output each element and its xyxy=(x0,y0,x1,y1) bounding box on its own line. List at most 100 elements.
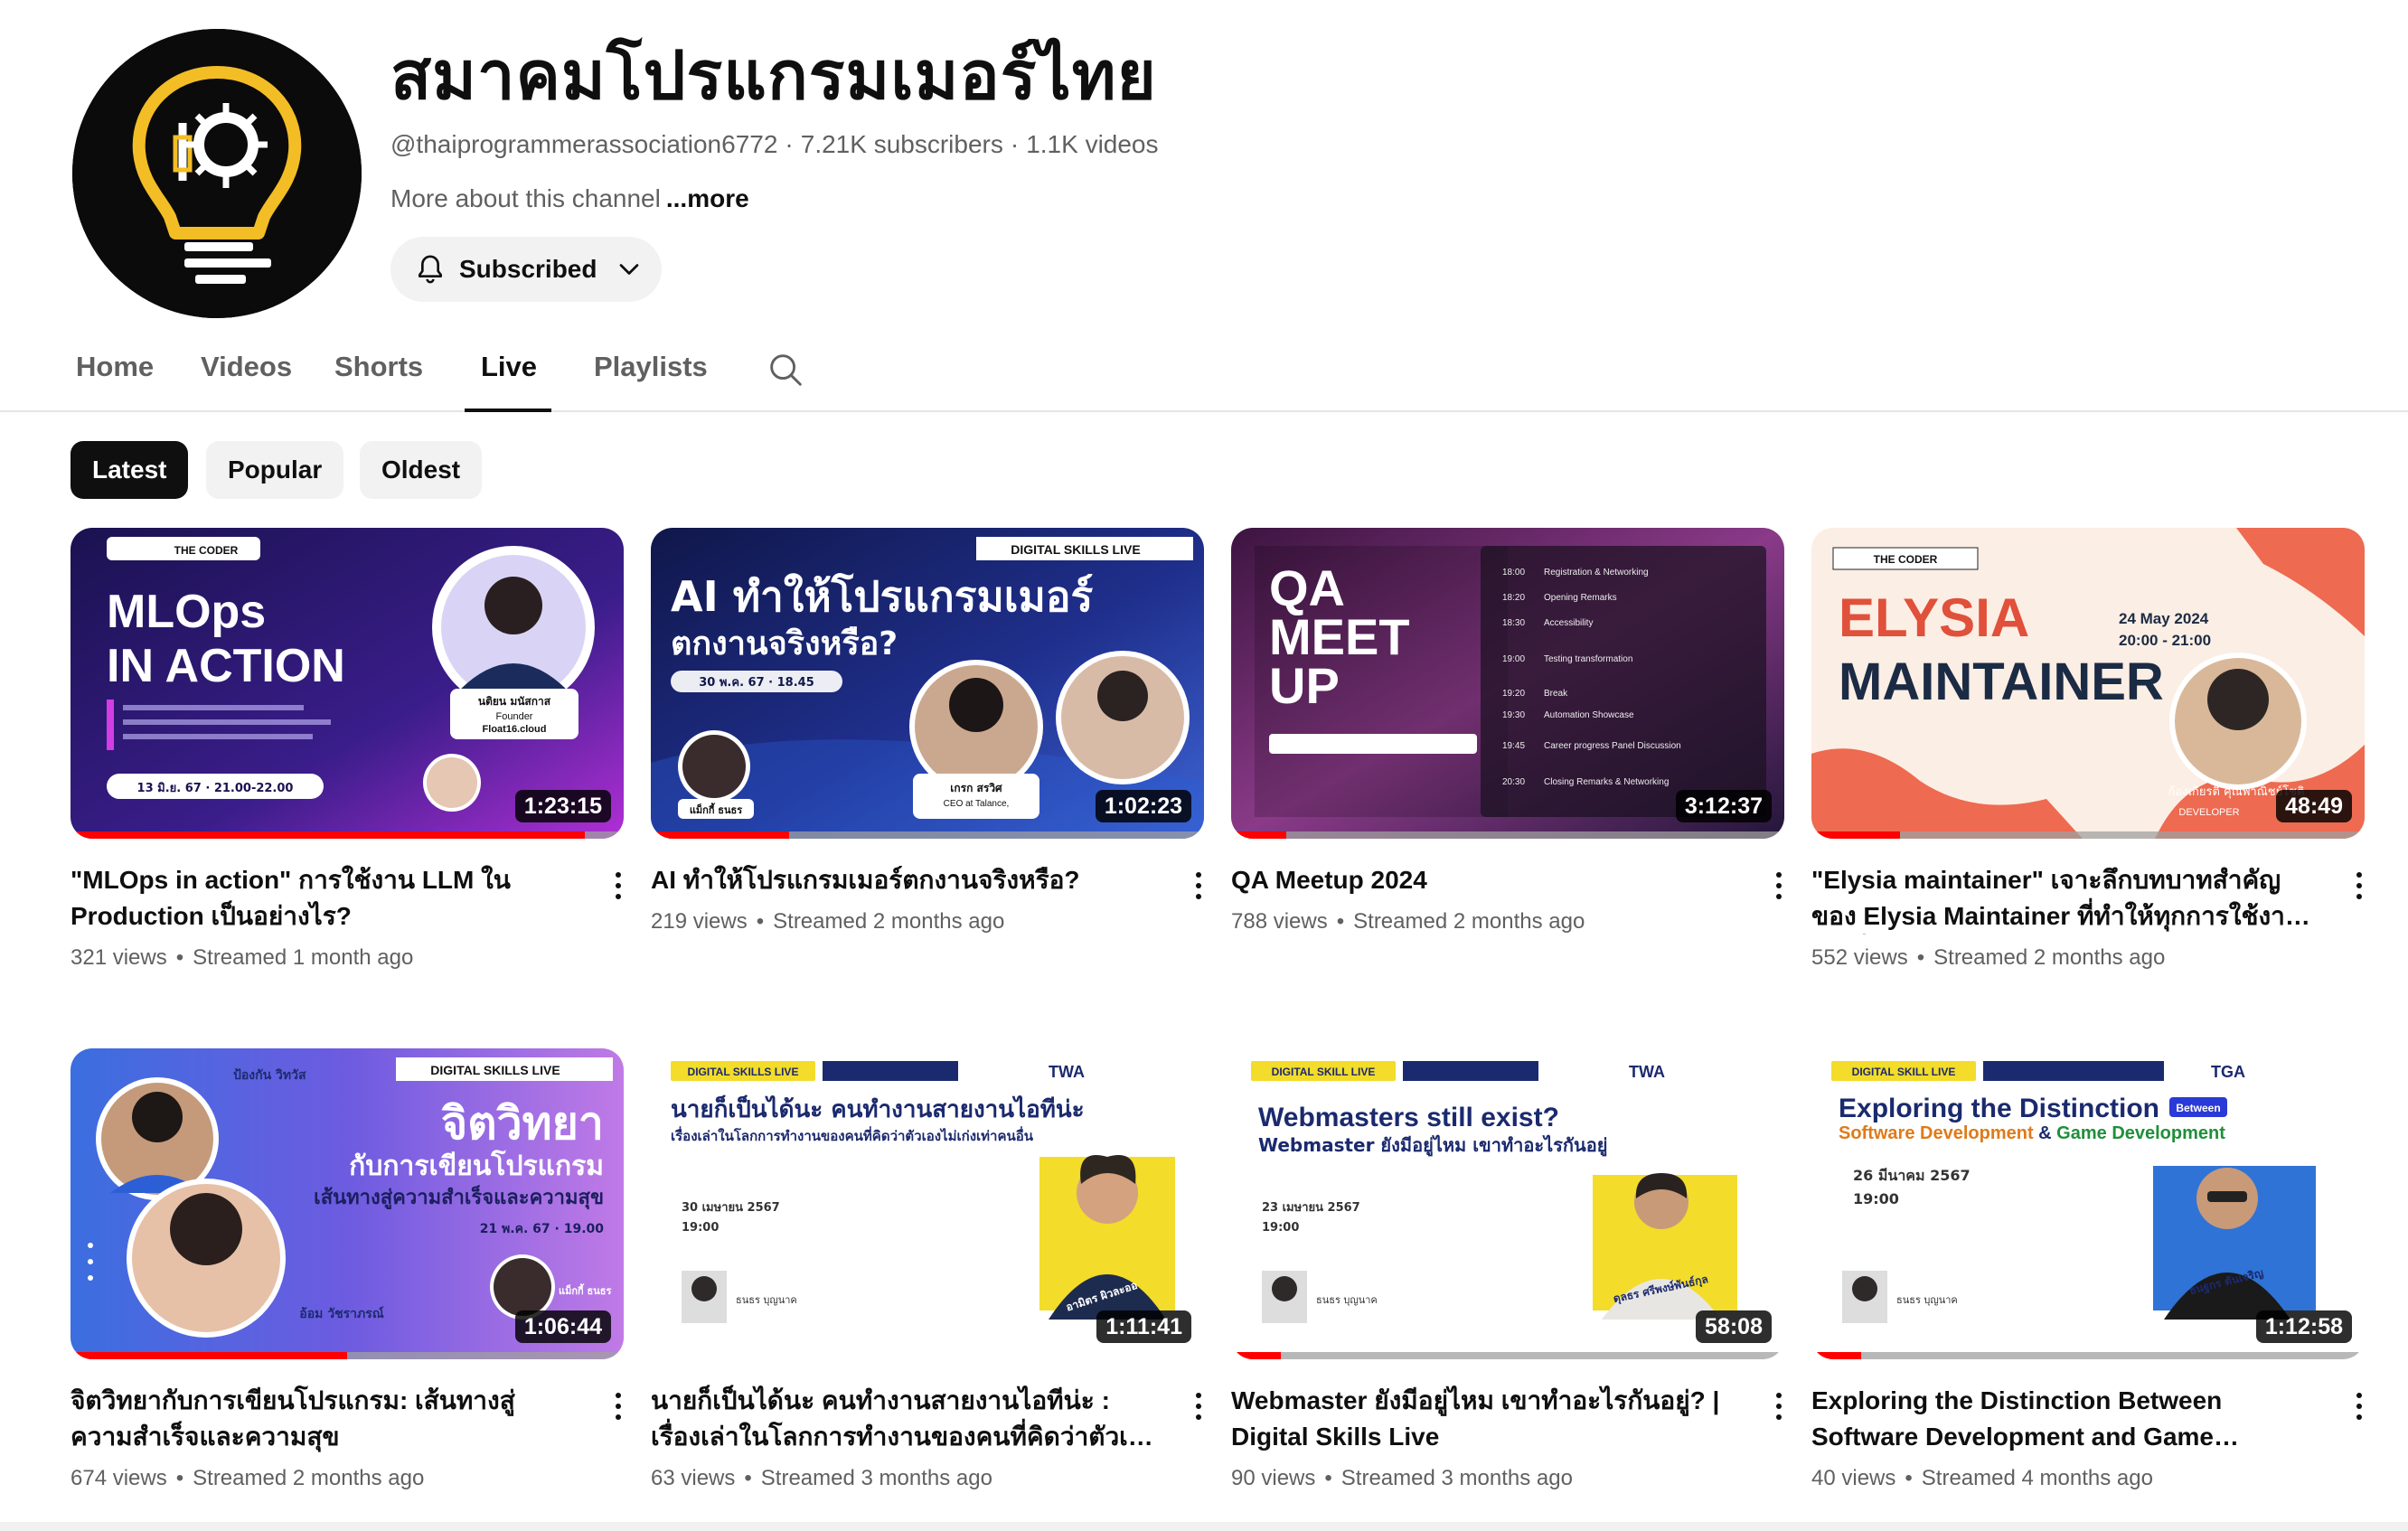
stream-date: Streamed 3 months ago xyxy=(1340,1466,1573,1490)
thumb-badge: THE CODER xyxy=(174,544,239,557)
thumb-time: 19:00 xyxy=(682,1221,719,1235)
video-thumbnail[interactable]: DIGITAL SKILL LIVE TGA Exploring the Dis… xyxy=(1811,1048,2365,1359)
channel-avatar[interactable] xyxy=(72,29,362,318)
video-title[interactable]: Webmaster ยังมีอยู่ไหม เขาทำอะไรกันอยู่?… xyxy=(1231,1383,1737,1455)
thumb-date: 21 พ.ค. 67 · 19.00 xyxy=(480,1222,605,1236)
tab-live[interactable]: Live xyxy=(481,347,537,387)
channel-name: สมาคมโปรแกรมเมอร์ไทย xyxy=(390,38,1157,113)
watch-progress xyxy=(71,831,624,839)
chip-latest[interactable]: Latest xyxy=(71,441,189,499)
agenda-item: Testing transformation xyxy=(1544,654,1632,664)
watch-progress-fill xyxy=(71,1352,347,1359)
thumb-line1: จิตวิทยา xyxy=(441,1097,604,1150)
video-title[interactable]: Exploring the Distinction Between Softwa… xyxy=(1811,1383,2318,1455)
video-card[interactable]: THE CODER MLOps IN ACTION 13 มิ.ย. 67 · … xyxy=(71,528,624,972)
video-card[interactable]: DIGITAL SKILLS LIVE ป้องกัน วิทวัส จิตวิ… xyxy=(71,1048,624,1493)
agenda-time: 18:20 xyxy=(1502,593,1525,603)
search-icon[interactable] xyxy=(765,349,806,390)
channel-tabs: Home Videos Shorts Live Playlists xyxy=(0,331,2408,412)
channel-meta: @thaiprogrammerassociation6772 · 7.21K sub… xyxy=(390,130,1159,158)
thumb-host: ธนธร บุญนาค xyxy=(1896,1294,1958,1306)
channel-about[interactable]: More about this channel ...more xyxy=(390,183,749,215)
thumb-line2: IN ACTION xyxy=(107,640,345,692)
thumb-badge: DIGITAL SKILL LIVE xyxy=(1852,1066,1956,1078)
tab-playlists[interactable]: Playlists xyxy=(594,347,708,387)
tab-home[interactable]: Home xyxy=(76,347,154,387)
page-bottom-edge xyxy=(0,1522,2408,1531)
channel-handle: @thaiprogrammerassociation6772 xyxy=(390,130,778,158)
more-vert-icon[interactable] xyxy=(1190,866,1208,906)
video-title[interactable]: QA Meetup 2024 xyxy=(1231,862,1737,898)
video-thumbnail[interactable]: QA MEET UP 18:00 Registration & Networkin… xyxy=(1231,528,1784,839)
stream-date: Streamed 3 months ago xyxy=(760,1466,992,1490)
thumb-date: 23 เมษายน 2567 xyxy=(1262,1201,1360,1215)
about-more-link[interactable]: ...more xyxy=(666,184,749,212)
thumb-line1: ELYSIA xyxy=(1839,587,2029,648)
video-thumbnail[interactable]: THE CODER MLOps IN ACTION 13 มิ.ย. 67 · … xyxy=(71,528,624,839)
thumb-line1: MLOps xyxy=(107,586,266,638)
thumb-host: ธนธร บุญนาค xyxy=(736,1294,797,1306)
video-thumbnail[interactable]: DIGITAL SKILL LIVE TWA Webmasters still … xyxy=(1231,1048,1784,1359)
thumb-time: 19:00 xyxy=(1853,1190,1899,1207)
video-card[interactable]: DIGITAL SKILLS LIVE AI ทำให้โปรแกรมเมอร์… xyxy=(651,528,1204,936)
video-title[interactable]: จิตวิทยากับการเขียนโปรแกรม: เส้นทางสู่คว… xyxy=(71,1383,577,1455)
thumb-speaker2: อ้อม วัชราภรณ์ xyxy=(299,1306,383,1321)
video-title[interactable]: AI ทำให้โปรแกรมเมอร์ตกงานจริงหรือ? xyxy=(651,862,1157,898)
subscribed-button[interactable]: Subscribed xyxy=(390,237,662,302)
more-vert-icon[interactable] xyxy=(609,1386,627,1426)
video-thumbnail[interactable]: DIGITAL SKILLS LIVE TWA นายก็เป็นได้นะ ค… xyxy=(651,1048,1204,1359)
stream-date: Streamed 2 months ago xyxy=(773,909,1005,934)
video-card[interactable]: DIGITAL SKILLS LIVE TWA นายก็เป็นได้นะ ค… xyxy=(651,1048,1204,1493)
video-thumbnail[interactable]: DIGITAL SKILLS LIVE AI ทำให้โปรแกรมเมอร์… xyxy=(651,528,1204,839)
tab-videos[interactable]: Videos xyxy=(201,347,292,387)
more-vert-icon[interactable] xyxy=(1770,866,1788,906)
video-card[interactable]: THE CODER ELYSIA MAINTAINER 24 May 2024 … xyxy=(1811,528,2365,972)
thumb-host: ธนธร บุญนาค xyxy=(1316,1294,1378,1306)
lightbulb-logo-icon xyxy=(72,29,362,318)
thumb-line2: Webmaster ยังมีอยู่ไหม เขาทำอะไรกันอยู่ xyxy=(1258,1134,1607,1158)
thumb-date: 26 มีนาคม 2567 xyxy=(1853,1167,1971,1184)
thumb-line1: AI ทำให้โปรแกรมเมอร์ xyxy=(671,572,1093,621)
more-vert-icon[interactable] xyxy=(609,866,627,906)
more-vert-icon[interactable] xyxy=(2350,1386,2368,1426)
subscribed-label: Subscribed xyxy=(459,255,597,283)
more-vert-icon[interactable] xyxy=(1770,1386,1788,1426)
chip-popular[interactable]: Popular xyxy=(206,441,344,499)
thumb-speaker-org: Float16.cloud xyxy=(483,724,547,735)
view-count: 788 views xyxy=(1231,909,1328,934)
svg-text:Software Development & Game De: Software Development & Game Development xyxy=(1839,1123,2225,1143)
video-thumbnail[interactable]: DIGITAL SKILLS LIVE ป้องกัน วิทวัส จิตวิ… xyxy=(71,1048,624,1359)
agenda-item: Registration & Networking xyxy=(1544,568,1649,578)
video-card[interactable]: QA MEET UP 18:00 Registration & Networkin… xyxy=(1231,528,1784,936)
thumb-line3: UP xyxy=(1269,657,1340,714)
video-meta: 788 views • Streamed 2 months ago xyxy=(1231,909,1585,934)
agenda-item: Accessibility xyxy=(1544,618,1593,628)
video-title[interactable]: "MLOps in action" การใช้งาน LLM ใน Produ… xyxy=(71,862,577,935)
thumb-line1: Exploring the Distinction xyxy=(1839,1094,2159,1123)
chevron-down-icon xyxy=(620,264,639,275)
tab-shorts[interactable]: Shorts xyxy=(334,347,423,387)
video-title[interactable]: นายก็เป็นได้นะ คนทำงานสายงานไอทีน่ะ : เร… xyxy=(651,1383,1157,1455)
watch-progress-fill xyxy=(71,831,586,839)
watch-progress xyxy=(1231,831,1784,839)
more-vert-icon[interactable] xyxy=(1190,1386,1208,1426)
watch-progress-fill xyxy=(1231,831,1287,839)
video-card[interactable]: DIGITAL SKILL LIVE TWA Webmasters still … xyxy=(1231,1048,1784,1493)
thumb-time: 20:00 - 21:00 xyxy=(2119,632,2211,649)
thumb-date: 30 เมษายน 2567 xyxy=(682,1201,780,1215)
thumb-speaker-role: Founder xyxy=(496,711,533,722)
video-count: 1.1K videos xyxy=(1026,130,1159,158)
watch-progress xyxy=(71,1352,624,1359)
video-meta: 40 views • Streamed 4 months ago xyxy=(1811,1466,2153,1490)
view-count: 63 views xyxy=(651,1466,736,1490)
video-meta: 219 views • Streamed 2 months ago xyxy=(651,909,1005,934)
video-card[interactable]: DIGITAL SKILL LIVE TGA Exploring the Dis… xyxy=(1811,1048,2365,1493)
video-thumbnail[interactable]: THE CODER ELYSIA MAINTAINER 24 May 2024 … xyxy=(1811,528,2365,839)
agenda-item: Break xyxy=(1544,689,1568,699)
video-title[interactable]: "Elysia maintainer" เจาะลึกบทบาทสำคัญของ… xyxy=(1811,862,2318,935)
more-vert-icon[interactable] xyxy=(2350,866,2368,906)
stream-date: Streamed 2 months ago xyxy=(193,1466,425,1490)
agenda-time: 18:30 xyxy=(1502,618,1525,628)
watch-progress xyxy=(1811,1352,2365,1359)
chip-oldest[interactable]: Oldest xyxy=(360,441,483,499)
